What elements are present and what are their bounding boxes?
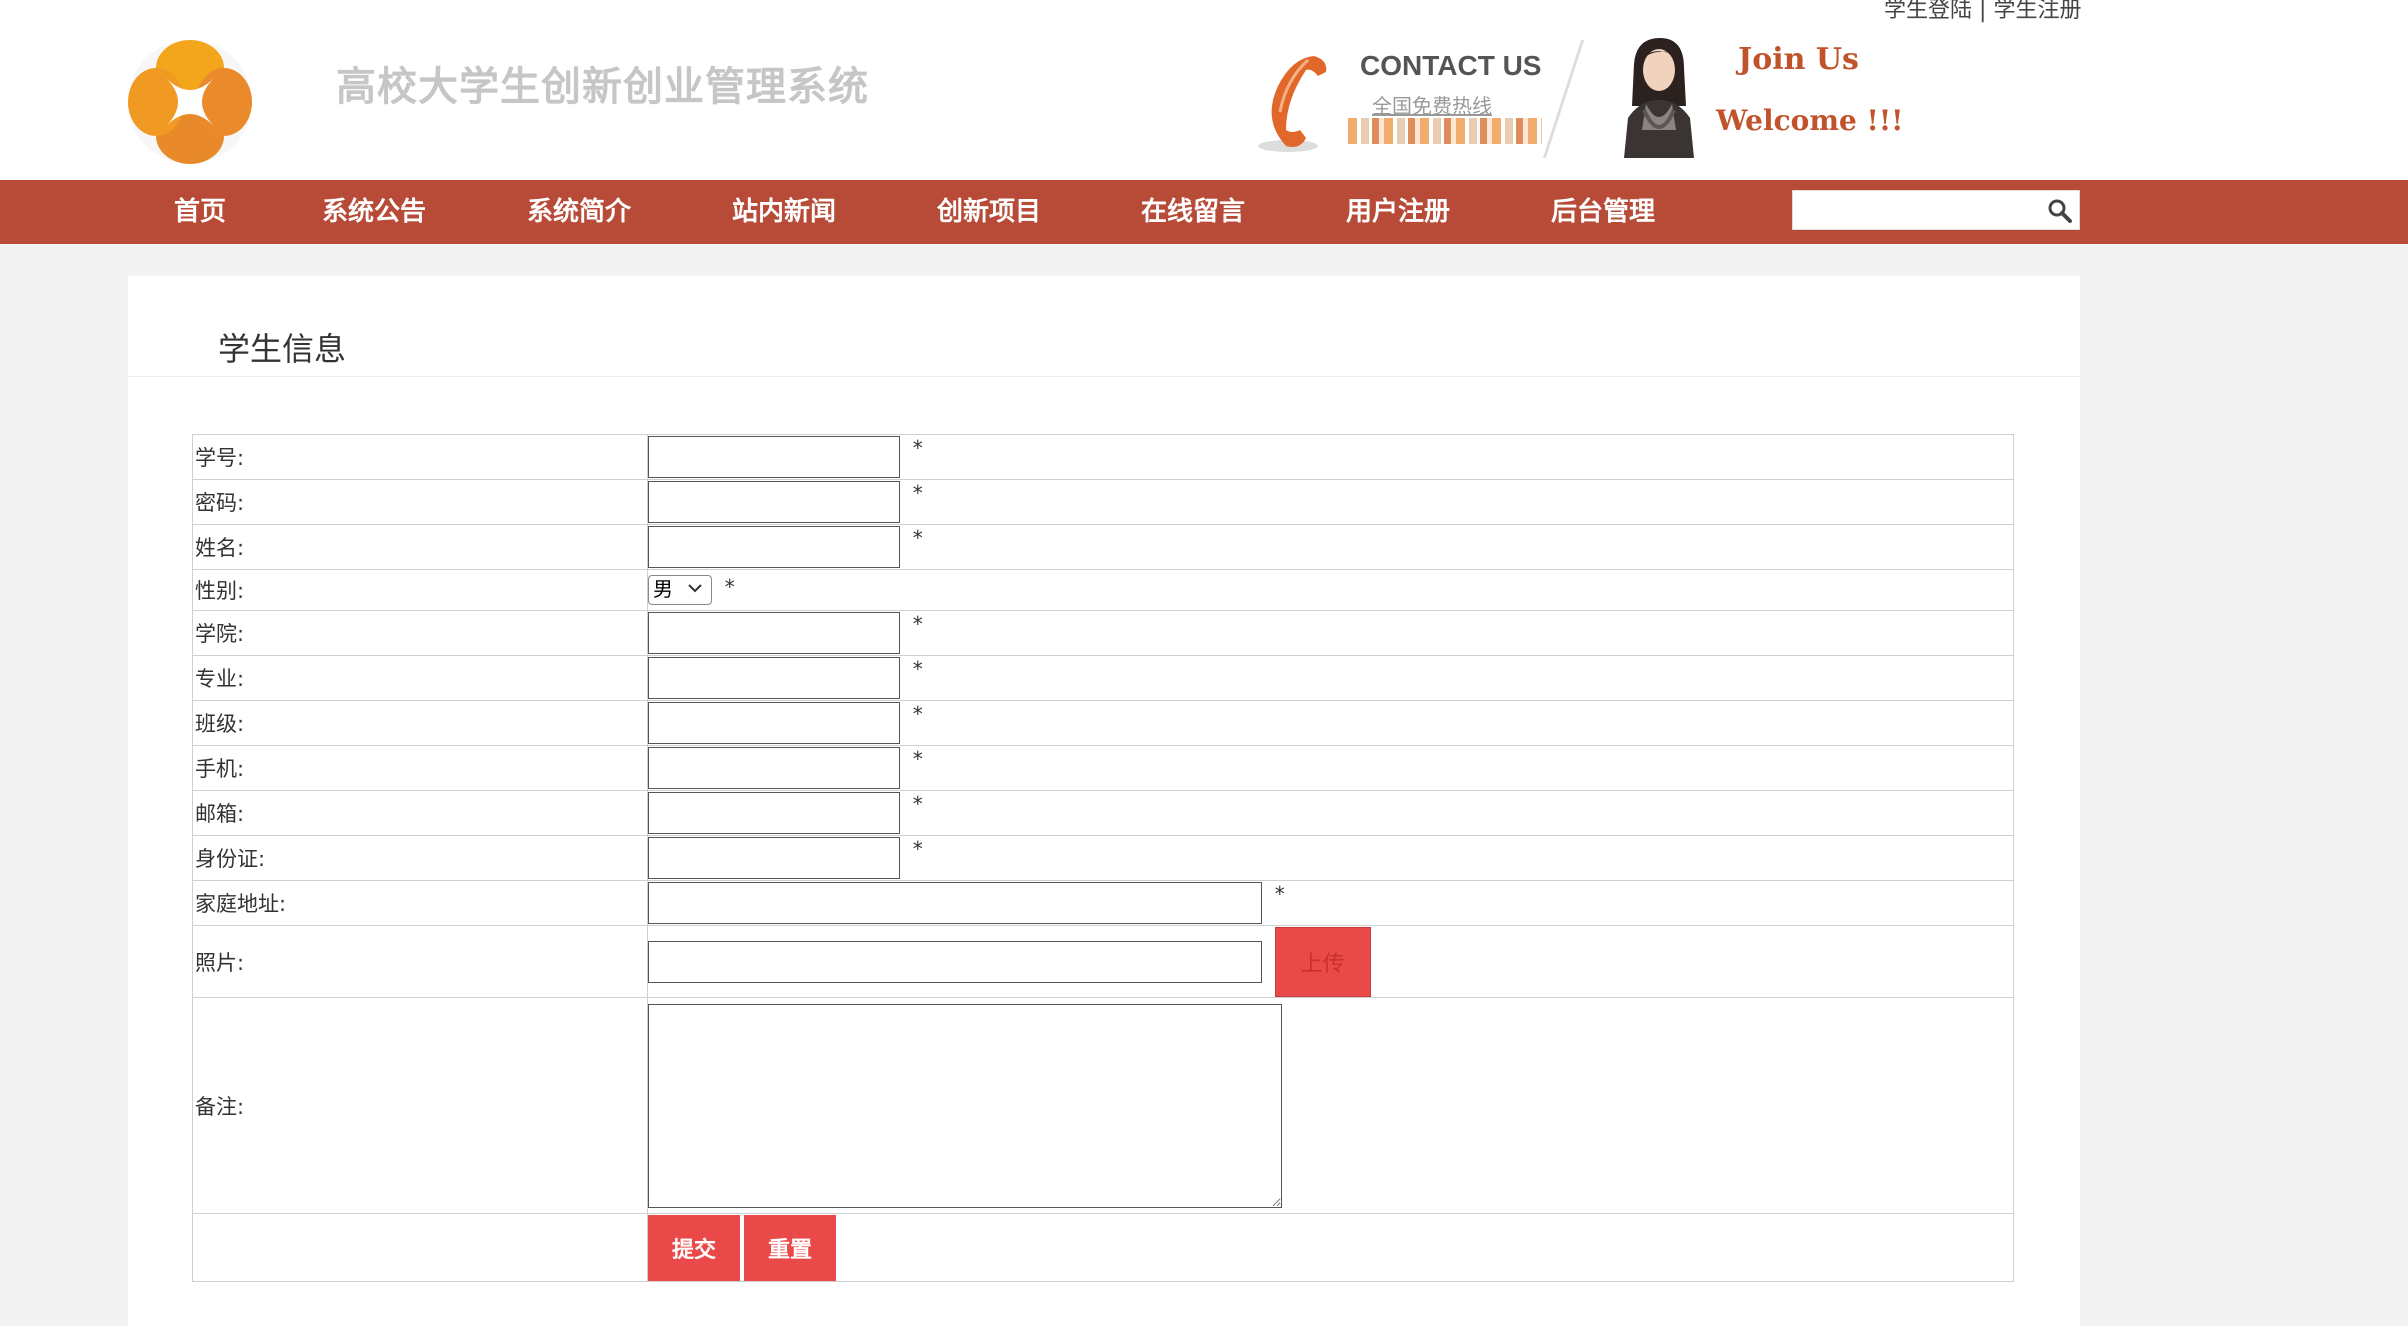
major-input[interactable] — [648, 657, 900, 699]
nav-item-admin[interactable]: 后台管理 — [1551, 180, 1655, 244]
required-mark: * — [724, 575, 735, 599]
field-label: 专业: — [192, 655, 648, 701]
search-input[interactable] — [1793, 191, 2033, 229]
nav-item-announcements[interactable]: 系统公告 — [322, 180, 426, 244]
submit-button[interactable]: 提交 — [648, 1214, 740, 1281]
top-links-separator: | — [1979, 0, 1987, 23]
contact-person-avatar — [1624, 38, 1694, 158]
form-row-photo: 照片: 上传 — [192, 925, 2014, 998]
name-input[interactable] — [648, 526, 900, 568]
upload-button[interactable]: 上传 — [1274, 926, 1371, 997]
required-mark: * — [912, 481, 923, 505]
required-mark: * — [912, 837, 923, 861]
required-mark: * — [912, 792, 923, 816]
required-mark: * — [912, 436, 923, 460]
field-label: 手机: — [192, 745, 648, 791]
student-login-link[interactable]: 学生登陆 — [1884, 0, 1972, 23]
student-id-input[interactable] — [648, 436, 900, 478]
student-register-link[interactable]: 学生注册 — [1993, 0, 2081, 23]
photo-path-input[interactable] — [648, 940, 1262, 983]
required-mark: * — [912, 657, 923, 681]
form-row-college: 学院: * — [192, 610, 2014, 656]
form-row-password: 密码: * — [192, 479, 2014, 525]
form-row-address: 家庭地址: * — [192, 880, 2014, 926]
form-row-id-card: 身份证: * — [192, 835, 2014, 881]
field-label: 学院: — [192, 610, 648, 656]
site-logo-icon[interactable] — [126, 38, 254, 166]
student-info-form: 学号: * 密码: * 姓名: * 性别: 男 * 学院: * 专业: * 班级… — [192, 434, 2014, 1282]
content-panel: 学生信息 学号: * 密码: * 姓名: * 性别: 男 * 学院: * 专业:… — [128, 276, 2080, 1326]
empty-label-cell — [192, 1213, 648, 1282]
search-box — [1792, 190, 2080, 230]
password-input[interactable] — [648, 481, 900, 523]
search-icon[interactable] — [2047, 198, 2073, 224]
phone-input[interactable] — [648, 747, 900, 789]
field-label: 班级: — [192, 700, 648, 746]
form-row-class: 班级: * — [192, 700, 2014, 746]
hotline-label: 全国免费热线 — [1372, 94, 1492, 118]
telephone-icon — [1258, 56, 1327, 152]
field-label: 备注: — [192, 997, 648, 1214]
form-row-major: 专业: * — [192, 655, 2014, 701]
welcome-text: Welcome !!! — [1716, 104, 1904, 137]
field-label: 身份证: — [192, 835, 648, 881]
top-links: 学生登陆 | 学生注册 — [1884, 0, 2081, 22]
form-row-gender: 性别: 男 * — [192, 569, 2014, 611]
field-label: 家庭地址: — [192, 880, 648, 926]
required-mark: * — [912, 612, 923, 636]
form-row-name: 姓名: * — [192, 524, 2014, 570]
gender-select-wrap: 男 — [648, 575, 712, 605]
form-row-phone: 手机: * — [192, 745, 2014, 791]
site-title: 高校大学生创新创业管理系统 — [336, 64, 869, 110]
form-row-notes: 备注: — [192, 997, 2014, 1214]
form-row-email: 邮箱: * — [192, 790, 2014, 836]
address-input[interactable] — [648, 882, 1262, 924]
nav-item-messages[interactable]: 在线留言 — [1141, 180, 1245, 244]
required-mark: * — [912, 702, 923, 726]
site-header: 学生登陆 | 学生注册 高校大学生创新创业管理系统 CONTACT US 全国免… — [0, 0, 2408, 180]
field-label: 照片: — [192, 925, 648, 998]
form-row-actions: 提交 重置 — [192, 1213, 2014, 1282]
nav-item-news[interactable]: 站内新闻 — [732, 180, 836, 244]
nav-item-home[interactable]: 首页 — [174, 180, 226, 244]
field-label: 密码: — [192, 479, 648, 525]
college-input[interactable] — [648, 612, 900, 654]
required-mark: * — [912, 747, 923, 771]
required-mark: * — [912, 526, 923, 550]
field-label: 性别: — [192, 569, 648, 611]
class-input[interactable] — [648, 702, 900, 744]
nav-item-register[interactable]: 用户注册 — [1346, 180, 1450, 244]
field-label: 邮箱: — [192, 790, 648, 836]
required-mark: * — [1274, 882, 1285, 906]
id-card-input[interactable] — [648, 837, 900, 879]
title-divider — [128, 376, 2080, 377]
notes-textarea[interactable] — [648, 1003, 1282, 1208]
nav-item-projects[interactable]: 创新项目 — [937, 180, 1041, 244]
gender-select[interactable]: 男 — [648, 575, 712, 605]
form-row-student-id: 学号: * — [192, 434, 2014, 480]
main-nav: 首页 系统公告 系统简介 站内新闻 创新项目 在线留言 用户注册 后台管理 — [0, 180, 2408, 244]
page-title: 学生信息 — [218, 330, 347, 368]
hotline-number-redacted — [1348, 118, 1542, 144]
contact-title: CONTACT US — [1360, 50, 1542, 81]
contact-block: CONTACT US 全国免费热线 — [1256, 44, 1556, 164]
reset-button[interactable]: 重置 — [744, 1214, 836, 1281]
field-label: 学号: — [192, 434, 648, 480]
field-label: 姓名: — [192, 524, 648, 570]
join-us-text: Join Us — [1738, 42, 1859, 77]
email-input[interactable] — [648, 792, 900, 834]
nav-item-introduction[interactable]: 系统简介 — [527, 180, 631, 244]
